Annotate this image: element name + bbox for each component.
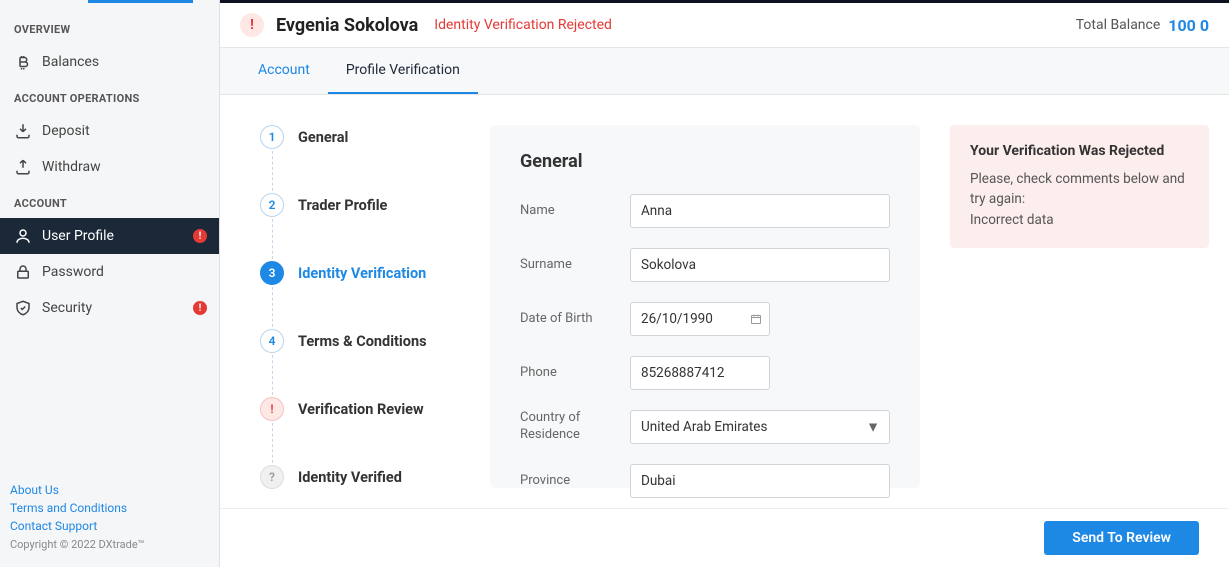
footer-link-support[interactable]: Contact Support <box>10 517 209 535</box>
row-phone: Phone <box>520 356 890 390</box>
footer-link-about[interactable]: About Us <box>10 481 209 499</box>
step-trader-profile[interactable]: 2 Trader Profile <box>260 193 460 261</box>
titlebar: ! Evgenia Sokolova Identity Verification… <box>220 3 1229 48</box>
step-number: 4 <box>260 329 284 353</box>
calendar-icon[interactable] <box>750 313 762 325</box>
row-country: Country of Residence ▼ <box>520 410 890 444</box>
step-number: ? <box>260 465 284 489</box>
nav-section-account-operations: ACCOUNT OPERATIONS <box>0 80 219 113</box>
nav-section-account: ACCOUNT <box>0 185 219 218</box>
input-surname[interactable] <box>630 248 890 282</box>
input-name[interactable] <box>630 194 890 228</box>
nav-item-security[interactable]: Security ! <box>0 290 219 326</box>
tab-profile-verification[interactable]: Profile Verification <box>328 48 478 94</box>
row-name: Name <box>520 194 890 228</box>
step-identity-verification[interactable]: 3 Identity Verification <box>260 261 460 329</box>
content: 1 General 2 Trader Profile 3 Identity Ve… <box>220 95 1229 508</box>
nav: OVERVIEW Balances ACCOUNT OPERATIONS Dep… <box>0 3 219 469</box>
user-icon <box>14 227 32 245</box>
label-surname: Surname <box>520 257 620 274</box>
step-label: Identity Verification <box>298 265 426 282</box>
deposit-icon <box>14 122 32 140</box>
user-name: Evgenia Sokolova <box>276 15 418 36</box>
nav-item-deposit[interactable]: Deposit <box>0 113 219 149</box>
action-bar: Send To Review <box>220 508 1229 567</box>
step-label: Verification Review <box>298 401 424 418</box>
step-number: 1 <box>260 125 284 149</box>
nav-section-overview: OVERVIEW <box>0 11 219 44</box>
step-number: 2 <box>260 193 284 217</box>
label-name: Name <box>520 203 620 220</box>
nav-item-withdraw[interactable]: Withdraw <box>0 149 219 185</box>
input-province[interactable] <box>630 464 890 498</box>
step-number: 3 <box>260 261 284 285</box>
label-province: Province <box>520 473 620 490</box>
footer-link-terms[interactable]: Terms and Conditions <box>10 499 209 517</box>
sidebar: OVERVIEW Balances ACCOUNT OPERATIONS Dep… <box>0 0 220 567</box>
label-country: Country of Residence <box>520 410 620 444</box>
step-general[interactable]: 1 General <box>260 125 460 193</box>
rejection-reason: Incorrect data <box>970 212 1054 228</box>
shield-icon <box>14 299 32 317</box>
label-dob: Date of Birth <box>520 311 620 328</box>
nav-item-label: Security <box>42 300 92 316</box>
step-terms-conditions[interactable]: 4 Terms & Conditions <box>260 329 460 397</box>
step-label: Identity Verified <box>298 469 402 486</box>
nav-item-label: User Profile <box>42 228 114 244</box>
rejection-box: Your Verification Was Rejected Please, c… <box>950 125 1209 248</box>
nav-item-label: Deposit <box>42 123 90 139</box>
input-dob[interactable] <box>630 302 770 336</box>
rejection-lead: Please, check comments below and try aga… <box>970 171 1185 207</box>
copyright: Copyright © 2022 DXtrade™ <box>10 537 209 554</box>
lock-icon <box>14 263 32 281</box>
nav-item-label: Withdraw <box>42 159 101 175</box>
nav-item-user-profile[interactable]: User Profile ! <box>0 218 219 254</box>
steps: 1 General 2 Trader Profile 3 Identity Ve… <box>260 125 460 488</box>
row-province: Province <box>520 464 890 498</box>
sidebar-footer: About Us Terms and Conditions Contact Su… <box>0 469 219 567</box>
alert-badge-icon: ! <box>193 229 207 243</box>
balance-label: Total Balance <box>1076 17 1161 33</box>
select-country[interactable] <box>630 410 890 444</box>
bitcoin-icon <box>14 53 32 71</box>
row-surname: Surname <box>520 248 890 282</box>
step-label: Terms & Conditions <box>298 333 427 350</box>
step-identity-verified[interactable]: ? Identity Verified <box>260 465 460 489</box>
form-panel: General Name Surname Date of Birth <box>490 125 920 488</box>
form-title: General <box>520 151 890 172</box>
withdraw-icon <box>14 158 32 176</box>
step-verification-review[interactable]: ! Verification Review <box>260 397 460 465</box>
input-phone[interactable] <box>630 356 770 390</box>
nav-item-label: Balances <box>42 54 99 70</box>
nav-item-balances[interactable]: Balances <box>0 44 219 80</box>
step-label: General <box>298 129 348 146</box>
rejection-title: Your Verification Was Rejected <box>970 143 1189 159</box>
balance-value: 100 0 <box>1168 16 1209 35</box>
main: ! Evgenia Sokolova Identity Verification… <box>220 0 1229 567</box>
tab-account[interactable]: Account <box>240 48 328 94</box>
verification-status: Identity Verification Rejected <box>434 17 612 33</box>
step-number: ! <box>260 397 284 421</box>
alert-icon: ! <box>240 13 264 37</box>
label-phone: Phone <box>520 365 620 382</box>
nav-item-label: Password <box>42 264 104 280</box>
alert-badge-icon: ! <box>193 301 207 315</box>
row-dob: Date of Birth <box>520 302 890 336</box>
step-label: Trader Profile <box>298 197 387 214</box>
rejection-body: Please, check comments below and try aga… <box>970 169 1189 230</box>
send-to-review-button[interactable]: Send To Review <box>1044 521 1199 555</box>
nav-item-password[interactable]: Password <box>0 254 219 290</box>
tabs: Account Profile Verification <box>220 48 1229 95</box>
